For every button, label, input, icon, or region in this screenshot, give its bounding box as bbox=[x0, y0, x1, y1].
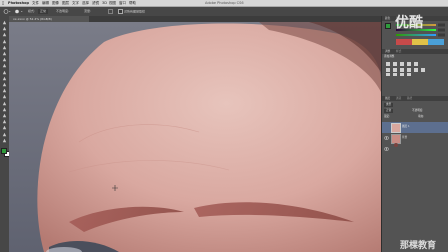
tab-layers[interactable]: 图层 bbox=[385, 96, 390, 101]
apple-icon[interactable]:  bbox=[2, 0, 4, 6]
document-tab-label: xx-xxxx @ 52.4% (RGB/8) bbox=[13, 17, 52, 21]
sample-all-layers-checkbox[interactable]: 对所有图层取样 bbox=[118, 9, 145, 14]
menu-select[interactable]: 选择 bbox=[82, 0, 89, 6]
layer-row-selected[interactable]: 图层 1 bbox=[382, 122, 448, 140]
hand-tool-icon[interactable] bbox=[2, 132, 7, 137]
watermark-logo: 优酷 bbox=[395, 15, 423, 31]
layer-name[interactable]: 图层 1 bbox=[402, 125, 410, 129]
eyedropper-tool-icon[interactable] bbox=[2, 51, 7, 56]
path-select-tool-icon[interactable] bbox=[2, 119, 7, 124]
menu-layer[interactable]: 图层 bbox=[62, 0, 69, 6]
tab-color[interactable]: 颜色 bbox=[385, 16, 390, 21]
menu-view[interactable]: 视图 bbox=[109, 0, 116, 6]
adjustment-icons[interactable] bbox=[385, 61, 445, 77]
adjustments-panel-tabs: 调整 样式 bbox=[382, 49, 448, 54]
blend-mode-select[interactable]: 正常 bbox=[384, 109, 394, 113]
add-adjustment-label: 添加调整 bbox=[384, 55, 395, 58]
flow-label: 流量: bbox=[84, 9, 92, 13]
app-title: Adobe Photoshop CS6 bbox=[205, 1, 244, 5]
type-tool-icon[interactable] bbox=[2, 113, 7, 118]
background-layer-name[interactable]: 背景 bbox=[402, 136, 407, 140]
menu-window[interactable]: 窗口 bbox=[119, 0, 126, 6]
lasso-tool-icon[interactable] bbox=[2, 32, 7, 37]
healing-brush-tool-icon[interactable] bbox=[2, 57, 7, 62]
mode-label: 模式: bbox=[28, 9, 36, 13]
tab-styles[interactable]: 样式 bbox=[396, 49, 401, 54]
menu-type[interactable]: 文字 bbox=[72, 0, 79, 6]
marquee-tool-icon[interactable] bbox=[2, 26, 7, 31]
gradient-tool-icon[interactable] bbox=[2, 88, 7, 93]
blur-tool-icon[interactable] bbox=[2, 94, 7, 99]
background-thumbnail bbox=[391, 134, 401, 147]
lock-label: 锁定: bbox=[384, 115, 391, 118]
shape-tool-icon[interactable] bbox=[2, 125, 7, 130]
menu-3d[interactable]: 3D bbox=[102, 0, 107, 6]
tab-adjustments[interactable]: 调整 bbox=[385, 49, 390, 54]
mode-select[interactable]: 正常 bbox=[38, 9, 49, 14]
tab-channels[interactable]: 通道 bbox=[396, 96, 401, 101]
menu-help[interactable]: 帮助 bbox=[129, 0, 136, 6]
visibility-eye-icon[interactable] bbox=[383, 136, 390, 155]
layer-thumbnail bbox=[391, 123, 401, 133]
sample-all-layers-label: 对所有图层取样 bbox=[124, 9, 146, 14]
clone-stamp-tool-icon[interactable] bbox=[2, 70, 7, 75]
canvas[interactable] bbox=[9, 22, 381, 252]
cursor-crosshair-icon bbox=[112, 176, 118, 195]
crop-tool-icon[interactable] bbox=[2, 45, 7, 50]
menu-image[interactable]: 图像 bbox=[52, 0, 59, 6]
zoom-tool-icon[interactable] bbox=[2, 138, 7, 143]
opacity-label: 不透明度: bbox=[56, 9, 70, 13]
layer-row-background[interactable]: 背景 bbox=[382, 133, 448, 151]
dodge-tool-icon[interactable] bbox=[2, 101, 7, 106]
history-brush-tool-icon[interactable] bbox=[2, 76, 7, 81]
foreground-background-colors[interactable] bbox=[1, 148, 10, 157]
menu-filter[interactable]: 滤镜 bbox=[92, 0, 99, 6]
menu-file[interactable]: 文件 bbox=[32, 0, 39, 6]
tool-preset-icon[interactable] bbox=[3, 9, 11, 14]
right-panels: 颜色 色板 调整 样式 添加调整 图层 通道 路径 类型 正常 不透明度: 锁定… bbox=[381, 16, 448, 252]
pen-tool-icon[interactable] bbox=[2, 107, 7, 112]
menu-photoshop[interactable]: Photoshop bbox=[8, 0, 29, 6]
layer-kind-filter[interactable]: 类型 bbox=[384, 103, 394, 107]
tab-paths[interactable]: 路径 bbox=[407, 96, 412, 101]
opacity-label-layers: 不透明度: bbox=[412, 109, 424, 112]
foreground-color-swatch[interactable] bbox=[385, 23, 391, 29]
menu-bar:  Photoshop 文件 编辑 图像 图层 文字 选择 滤镜 3D 视图 窗… bbox=[0, 0, 448, 7]
eraser-tool-icon[interactable] bbox=[2, 82, 7, 87]
fill-label: 填充: bbox=[418, 115, 425, 118]
brush-tool-icon[interactable] bbox=[2, 63, 7, 68]
menu-edit[interactable]: 编辑 bbox=[42, 0, 49, 6]
quick-select-tool-icon[interactable] bbox=[2, 39, 7, 44]
move-tool-icon[interactable] bbox=[2, 20, 7, 25]
brush-size-picker[interactable] bbox=[14, 9, 24, 14]
watermark-brand: 那棵教育 bbox=[400, 241, 437, 251]
forehead-photo bbox=[9, 22, 381, 252]
airbrush-icon[interactable] bbox=[108, 9, 113, 14]
layers-panel-tabs: 图层 通道 路径 bbox=[382, 96, 448, 101]
